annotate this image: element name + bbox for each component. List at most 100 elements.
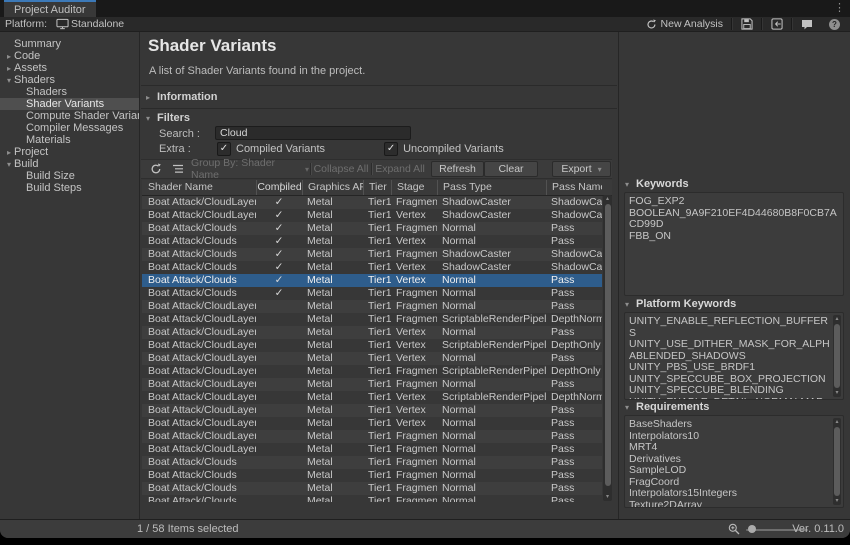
tree-arrow-icon[interactable]: ▸	[4, 63, 14, 74]
requirement-item[interactable]: Texture2DArray	[629, 500, 831, 509]
table-row[interactable]: Boat Attack/Clouds✓MetalTier1FragmentNor…	[142, 222, 602, 235]
column-header-compiled[interactable]: ▴Compiled	[256, 180, 302, 195]
keyword-item[interactable]: UNITY_SPECCUBE_BLENDING	[629, 385, 831, 397]
slider-handle[interactable]	[748, 525, 756, 533]
filters-foldout[interactable]: ▾Filters	[146, 112, 622, 124]
table-row[interactable]: Boat Attack/CloudLayerMetalTier1Fragment…	[142, 365, 602, 378]
section-scrollbar[interactable]: ▴ ▾	[833, 418, 841, 505]
expand-all-button[interactable]: Expand All	[373, 160, 427, 178]
table-row[interactable]: Boat Attack/CloudLayerMetalTier1VertexSc…	[142, 391, 602, 404]
zoom-icon[interactable]	[728, 523, 740, 535]
tree-arrow-icon[interactable]: ▾	[4, 159, 14, 170]
sidebar-item[interactable]: Shaders	[0, 86, 139, 98]
requirement-item[interactable]: Interpolators10	[629, 431, 831, 443]
keyword-item[interactable]: UNITY_ENABLE_DETAIL_NORMALMAP	[629, 397, 831, 401]
table-row[interactable]: Boat Attack/CloudLayer✓MetalTier1VertexS…	[142, 209, 602, 222]
platform-keywords-foldout[interactable]: ▾Platform Keywords	[625, 298, 736, 310]
export-dropdown-button[interactable]: Export ▾	[552, 161, 611, 177]
table-row[interactable]: Boat Attack/CloudLayerMetalTier1Fragment…	[142, 378, 602, 391]
column-header-shader-name[interactable]: Shader Name	[142, 180, 256, 195]
feedback-button[interactable]	[793, 17, 821, 31]
table-row[interactable]: Boat Attack/Clouds✓MetalTier1VertexNorma…	[142, 235, 602, 248]
table-row[interactable]: Boat Attack/CloudLayerMetalTier1VertexNo…	[142, 326, 602, 339]
scrollbar-thumb[interactable]	[605, 204, 611, 486]
tab-project-auditor[interactable]: Project Auditor	[4, 0, 96, 17]
tree-arrow-icon[interactable]: ▸	[4, 147, 14, 158]
checkbox-option[interactable]: ✓ Compiled Variants	[217, 142, 325, 156]
table-row[interactable]: Boat Attack/Clouds✓MetalTier1VertexNorma…	[142, 274, 602, 287]
requirement-item[interactable]: BaseShaders	[629, 419, 831, 431]
help-button[interactable]: ?	[821, 17, 848, 31]
keyword-item[interactable]: UNITY_ENABLE_REFLECTION_BUFFERS	[629, 316, 831, 339]
save-button[interactable]	[733, 17, 761, 31]
keyword-item[interactable]: FOG_EXP2	[629, 196, 841, 208]
column-header-pass-name[interactable]: Pass Name	[546, 180, 602, 195]
scroll-down-icon[interactable]: ▾	[833, 389, 841, 397]
keyword-item[interactable]: FBB_ON	[629, 231, 841, 243]
table-row[interactable]: Boat Attack/Clouds✓MetalTier1FragmentNor…	[142, 287, 602, 300]
vertical-scrollbar[interactable]: ▴ ▾	[603, 195, 612, 501]
refresh-icon-button[interactable]	[145, 160, 167, 178]
table-row[interactable]: Boat Attack/CloudLayerMetalTier1VertexNo…	[142, 404, 602, 417]
scrollbar-thumb[interactable]	[834, 427, 840, 496]
table-row[interactable]: Boat Attack/CloudsMetalTier1FragmentNorm…	[142, 469, 602, 482]
sidebar-item[interactable]: Build Size	[0, 170, 139, 182]
table-row[interactable]: Boat Attack/Clouds✓MetalTier1VertexShado…	[142, 261, 602, 274]
refresh-button[interactable]: Refresh	[431, 161, 484, 177]
column-header-stage[interactable]: Stage	[391, 180, 437, 195]
sidebar-item[interactable]: ▸Project	[0, 146, 139, 158]
sidebar-item[interactable]: Build Steps	[0, 182, 139, 194]
checkbox[interactable]: ✓	[384, 142, 398, 156]
keyword-item[interactable]: UNITY_PBS_USE_BRDF1	[629, 362, 831, 374]
requirement-item[interactable]: Interpolators15Integers	[629, 488, 831, 500]
table-row[interactable]: Boat Attack/CloudsMetalTier1FragmentNorm…	[142, 456, 602, 469]
requirement-item[interactable]: SampleLOD	[629, 465, 831, 477]
table-row[interactable]: Boat Attack/CloudLayerMetalTier1Fragment…	[142, 430, 602, 443]
column-header-pass-type[interactable]: Pass Type	[437, 180, 546, 195]
keyword-item[interactable]: UNITY_USE_DITHER_MASK_FOR_ALPHABLENDED_S…	[629, 339, 831, 362]
sidebar-item[interactable]: Materials	[0, 134, 139, 146]
information-foldout[interactable]: ▸Information	[146, 91, 622, 103]
group-by-dropdown[interactable]: Group By: Shader Name ▾	[191, 160, 309, 178]
scroll-up-icon[interactable]: ▴	[833, 315, 841, 323]
scroll-down-icon[interactable]: ▾	[603, 493, 612, 501]
scroll-down-icon[interactable]: ▾	[833, 497, 841, 505]
table-row[interactable]: Boat Attack/CloudsMetalTier1FragmentNorm…	[142, 482, 602, 495]
table-row[interactable]: Boat Attack/CloudLayerMetalTier1Fragment…	[142, 300, 602, 313]
table-row[interactable]: Boat Attack/CloudLayerMetalTier1Fragment…	[142, 313, 602, 326]
table-row[interactable]: Boat Attack/CloudLayerMetalTier1VertexNo…	[142, 417, 602, 430]
checkbox[interactable]: ✓	[217, 142, 231, 156]
column-header-tier[interactable]: Tier	[363, 180, 391, 195]
search-input[interactable]	[215, 126, 411, 140]
scroll-up-icon[interactable]: ▴	[833, 418, 841, 426]
new-analysis-button[interactable]: New Analysis	[638, 17, 731, 31]
clear-button[interactable]: Clear	[484, 161, 538, 177]
requirement-item[interactable]: MRT4	[629, 442, 831, 454]
table-row[interactable]: Boat Attack/Clouds✓MetalTier1FragmentSha…	[142, 248, 602, 261]
collapse-all-button[interactable]: Collapse All	[312, 160, 370, 178]
keywords-foldout[interactable]: ▾Keywords	[625, 178, 689, 190]
sidebar-item[interactable]: Compute Shader Variants	[0, 110, 139, 122]
load-button[interactable]	[763, 17, 791, 31]
tree-arrow-icon[interactable]: ▸	[4, 51, 14, 62]
sidebar-item[interactable]: ▾Build	[0, 158, 139, 170]
tree-arrow-icon[interactable]: ▾	[4, 75, 14, 86]
scroll-up-icon[interactable]: ▴	[603, 195, 612, 203]
table-row[interactable]: Boat Attack/CloudLayer✓MetalTier1Fragmen…	[142, 196, 602, 209]
table-row[interactable]: Boat Attack/CloudLayerMetalTier1VertexNo…	[142, 352, 602, 365]
sidebar-item[interactable]: Shader Variants	[0, 98, 139, 110]
checkbox-option[interactable]: ✓ Uncompiled Variants	[384, 142, 504, 156]
keyword-item[interactable]: BOOLEAN_9A9F210EF4D44680B8F0CB7ACD99D	[629, 208, 841, 231]
section-scrollbar[interactable]: ▴ ▾	[833, 315, 841, 397]
sidebar-item[interactable]: ▾Shaders	[0, 74, 139, 86]
sidebar-item[interactable]: ▸Code	[0, 50, 139, 62]
kebab-menu-icon[interactable]: ⋮	[834, 1, 845, 15]
platform-value[interactable]: Standalone	[71, 18, 124, 30]
scrollbar-thumb[interactable]	[834, 324, 840, 388]
table-row[interactable]: Boat Attack/CloudLayerMetalTier1VertexSc…	[142, 339, 602, 352]
view-options-icon-button[interactable]	[169, 160, 187, 178]
requirements-foldout[interactable]: ▾Requirements	[625, 401, 709, 413]
column-header-graphics-api[interactable]: Graphics API	[302, 180, 363, 195]
sidebar-item[interactable]: Compiler Messages	[0, 122, 139, 134]
table-row[interactable]: Boat Attack/CloudLayerMetalTier1Fragment…	[142, 443, 602, 456]
